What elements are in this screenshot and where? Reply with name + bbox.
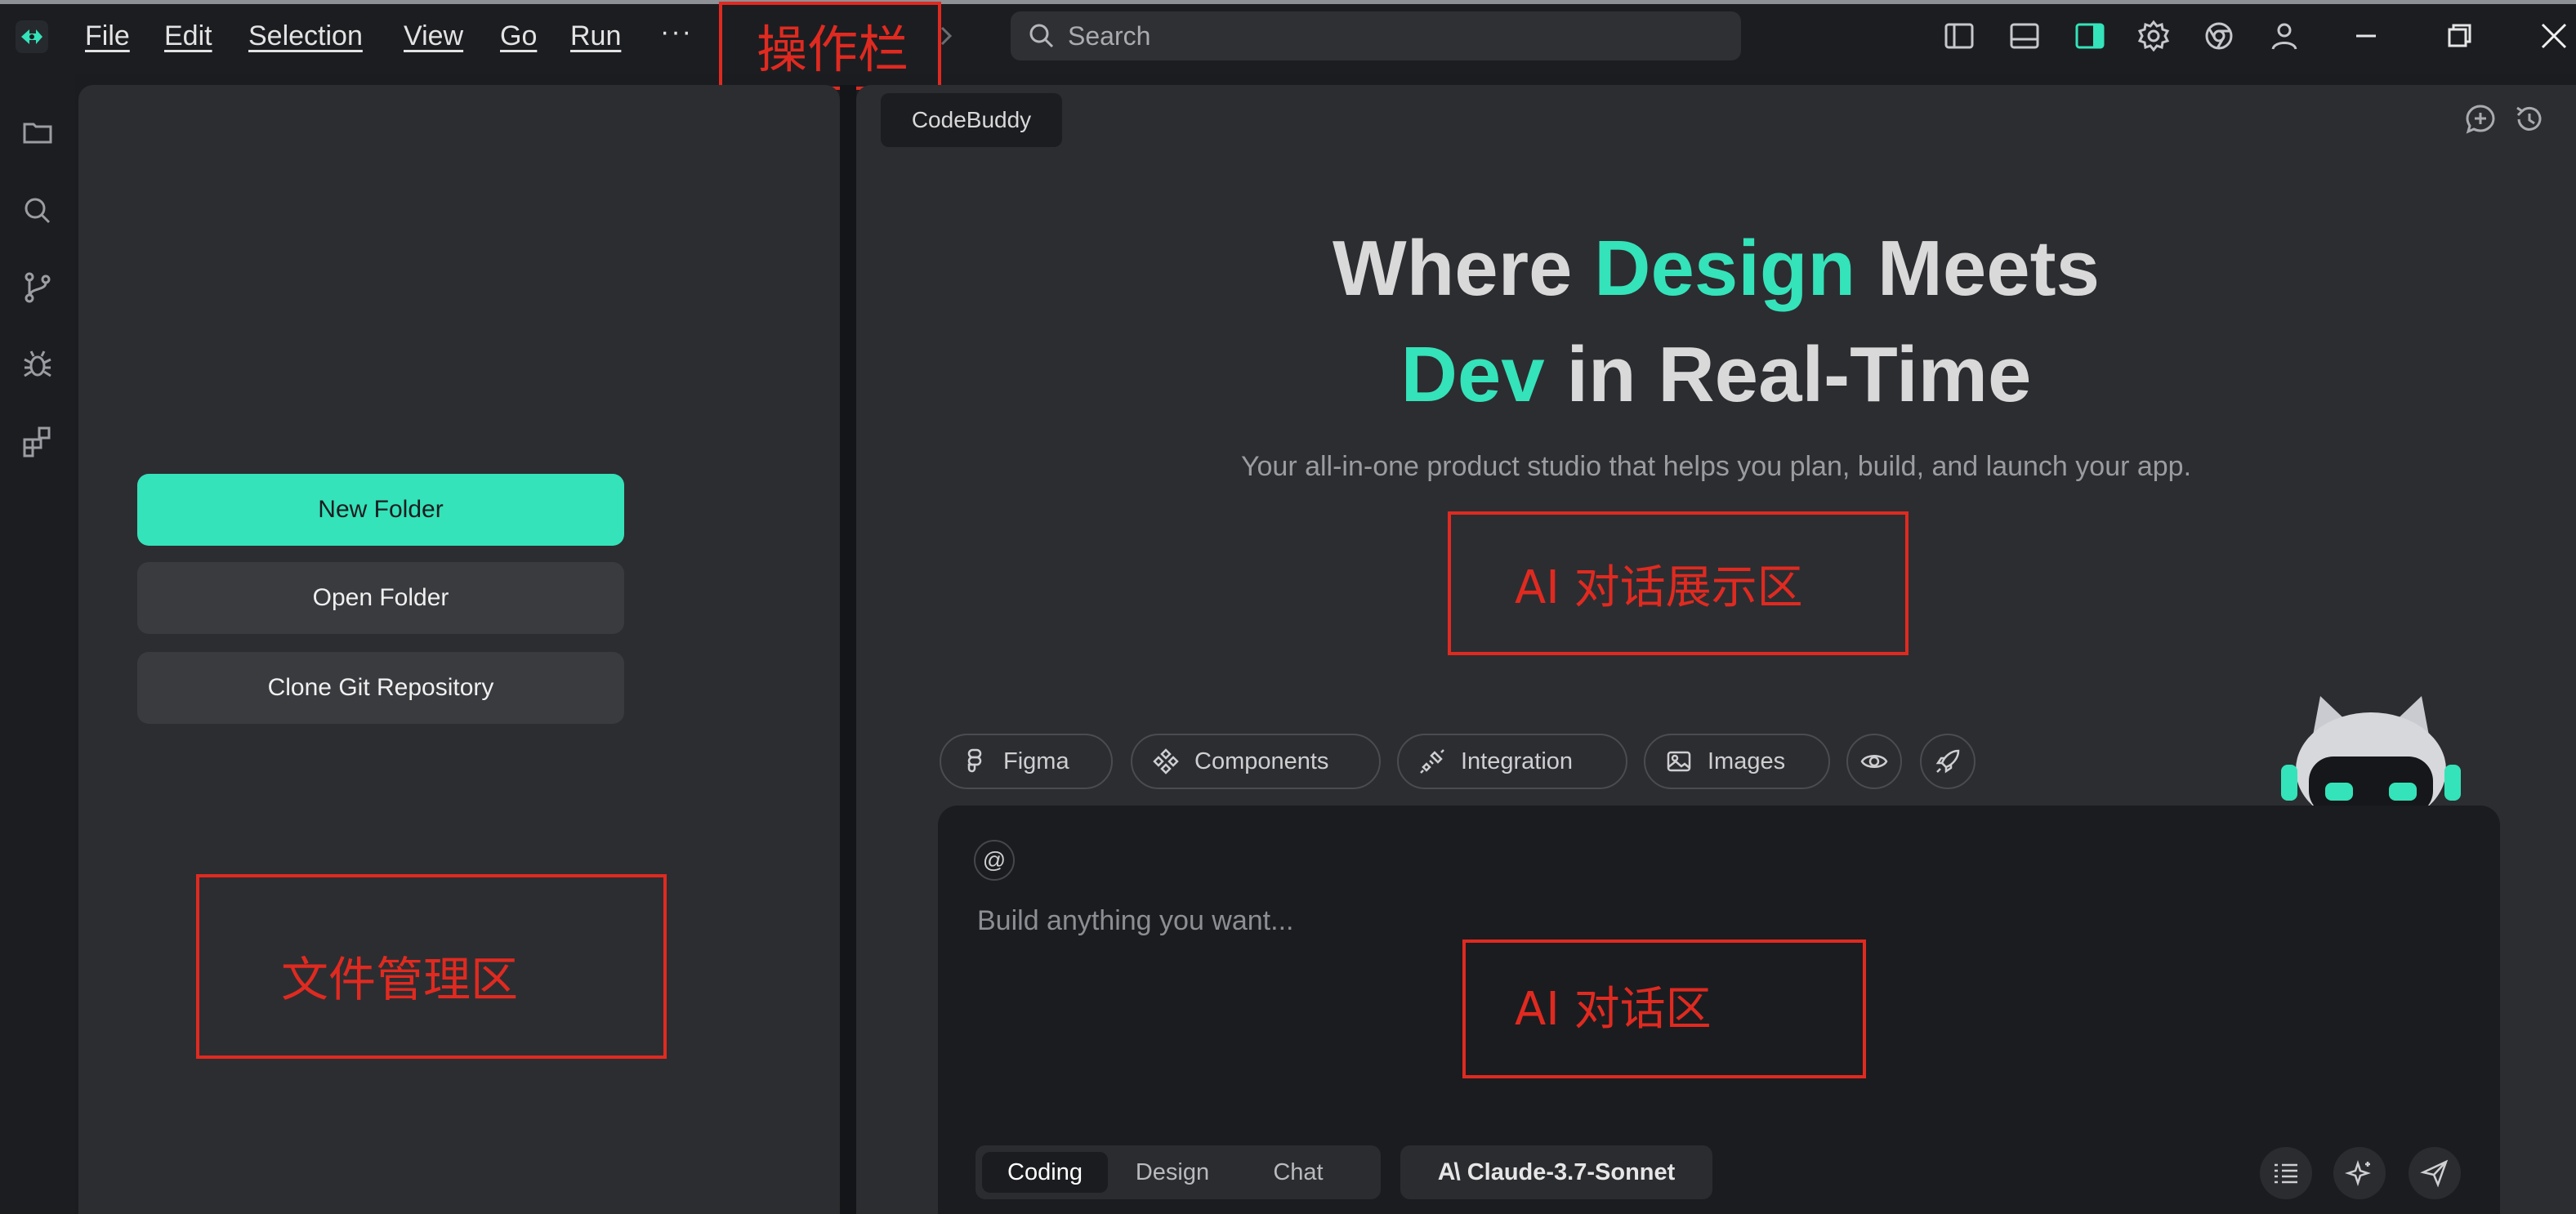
task-list-button[interactable] <box>2260 1147 2312 1199</box>
toggle-panel-icon[interactable] <box>2007 18 2042 54</box>
menu-file[interactable]: File <box>85 18 130 54</box>
hero-text: Where <box>1333 225 1595 312</box>
history-icon[interactable] <box>2511 101 2547 137</box>
figma-chip[interactable]: Figma <box>940 734 1113 789</box>
search-placeholder: Search <box>1068 20 1151 51</box>
mode-tab-coding[interactable]: Coding <box>982 1152 1108 1193</box>
menu-edit[interactable]: Edit <box>164 18 212 54</box>
enhance-prompt-button[interactable] <box>2333 1147 2386 1199</box>
image-icon <box>1667 751 1691 772</box>
open-folder-button[interactable]: Open Folder <box>137 562 624 634</box>
browser-icon[interactable] <box>2201 18 2237 54</box>
menu-view[interactable]: View <box>404 18 463 54</box>
components-chip-label: Components <box>1194 748 1329 774</box>
prompt-placeholder: Build anything you want... <box>977 905 1294 936</box>
components-chip[interactable]: Components <box>1131 734 1381 789</box>
settings-gear-icon[interactable] <box>2136 18 2172 54</box>
model-name: Claude-3.7-Sonnet <box>1467 1158 1676 1185</box>
run-debug-icon[interactable] <box>20 346 56 382</box>
hero-heading-line-2: Dev in Real-Time <box>856 330 2576 420</box>
integration-chip-label: Integration <box>1461 748 1574 774</box>
mention-button[interactable]: @ <box>974 840 1015 881</box>
images-chip[interactable]: Images <box>1644 734 1830 789</box>
integration-chip[interactable]: Integration <box>1397 734 1627 789</box>
extensions-icon[interactable] <box>20 423 56 459</box>
send-icon <box>2420 1159 2449 1188</box>
file-area-annotation-label: 文件管理区 <box>281 952 519 1007</box>
hero-accent-dev: Dev <box>1400 331 1545 418</box>
hero-heading-line-1: Where Design Meets <box>856 224 2576 314</box>
model-selector[interactable]: A\ Claude-3.7-Sonnet <box>1400 1145 1712 1199</box>
menu-view-label: View <box>404 20 464 51</box>
menu-go-label: Go <box>500 20 538 51</box>
list-icon <box>2275 1163 2297 1184</box>
ai-chat-annotation-label: AI 对话区 <box>1515 983 1712 1036</box>
menu-selection[interactable]: Selection <box>248 18 363 54</box>
mode-tab-chat[interactable]: Chat <box>1245 1152 1351 1193</box>
figma-icon <box>967 748 982 773</box>
app-logo-icon <box>15 20 49 54</box>
deploy-rocket-button[interactable] <box>1920 734 1976 789</box>
codebuddy-tab[interactable]: CodeBuddy <box>881 93 1062 147</box>
restore-icon[interactable] <box>2441 18 2477 54</box>
hero-text: Meets <box>1855 225 2100 312</box>
ai-display-annotation-label: AI 对话展示区 <box>1515 561 1803 614</box>
toggle-primary-sidebar-icon[interactable] <box>1941 18 1977 54</box>
rocket-icon <box>1935 749 1960 774</box>
account-icon[interactable] <box>2266 18 2302 54</box>
search-icon <box>1027 21 1056 51</box>
images-chip-label: Images <box>1708 748 1786 774</box>
sparkle-icon <box>2345 1160 2371 1186</box>
anthropic-logo-icon: A\ <box>1437 1158 1461 1185</box>
minimize-icon[interactable] <box>2348 18 2384 54</box>
hero-text: in Real-Time <box>1544 331 2032 418</box>
toolbar-annotation-label: 操作栏 <box>757 20 909 79</box>
close-icon[interactable] <box>2536 18 2572 54</box>
clone-git-repository-button[interactable]: Clone Git Repository <box>137 652 624 724</box>
codebuddy-mascot-icon <box>2278 691 2464 810</box>
menu-go[interactable]: Go <box>500 18 537 54</box>
panel-splitter[interactable] <box>840 85 856 1214</box>
preview-eye-button[interactable] <box>1846 734 1902 789</box>
search-input[interactable]: Search <box>1011 11 1741 60</box>
toggle-secondary-sidebar-icon[interactable] <box>2072 18 2108 54</box>
menu-run-label: Run <box>570 20 622 51</box>
new-chat-icon[interactable] <box>2462 101 2498 137</box>
send-button[interactable] <box>2409 1147 2461 1199</box>
hero-accent-design: Design <box>1594 225 1856 312</box>
figma-chip-label: Figma <box>1003 748 1069 774</box>
integration-icon <box>1420 749 1444 774</box>
mode-switch: Coding Design Chat <box>975 1145 1381 1199</box>
menu-selection-label: Selection <box>248 20 363 51</box>
eye-icon <box>1860 755 1888 768</box>
explorer-folder-icon[interactable] <box>20 114 56 150</box>
new-folder-button[interactable]: New Folder <box>137 474 624 546</box>
activity-bar <box>0 74 75 1214</box>
window-top-edge <box>0 0 2576 4</box>
menu-edit-label: Edit <box>164 20 212 51</box>
mode-tab-design[interactable]: Design <box>1119 1152 1225 1193</box>
hero-subtitle: Your all-in-one product studio that help… <box>1240 451 2192 482</box>
menu-file-label: File <box>85 20 130 51</box>
menu-run[interactable]: Run <box>570 18 621 54</box>
components-icon <box>1153 748 1179 774</box>
search-view-icon[interactable] <box>20 193 56 229</box>
menu-more-button[interactable]: ··· <box>660 16 693 48</box>
source-control-icon[interactable] <box>20 270 56 306</box>
